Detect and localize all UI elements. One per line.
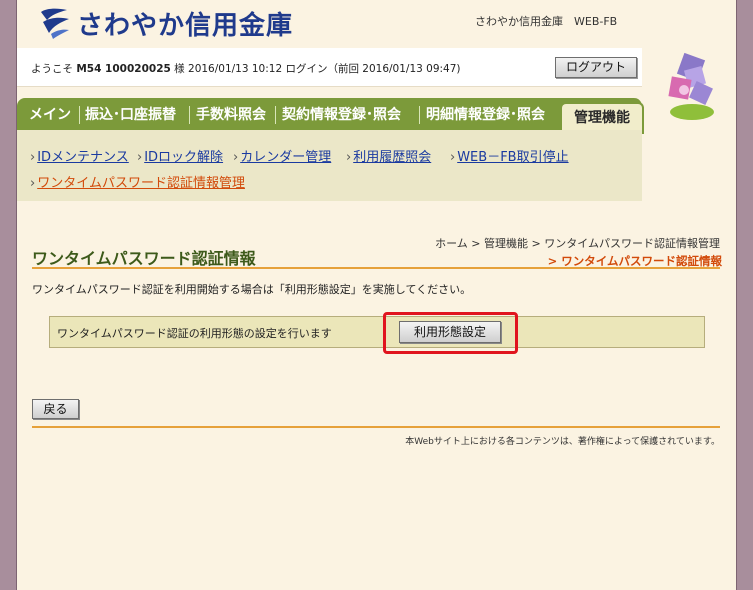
chevron-right-icon: › bbox=[30, 150, 36, 165]
chevron-right-icon: › bbox=[233, 150, 239, 165]
tab-separator bbox=[419, 106, 420, 124]
tab-separator bbox=[275, 106, 276, 124]
welcome-text: ようこそ M54 100020025 様 2016/01/13 10:12 ログ… bbox=[31, 61, 461, 76]
page-container: さわやか信用金庫 さわやか信用金庫 WEB-FB ようこそ M54 100020… bbox=[17, 0, 736, 590]
title-divider bbox=[32, 267, 720, 269]
submenu-item-webfb-suspend[interactable]: › WEB－FB取引停止 bbox=[450, 146, 569, 165]
submenu-item-id-maintenance[interactable]: › IDメンテナンス bbox=[30, 146, 129, 165]
submenu-item-label: 利用履歴照会 bbox=[353, 150, 432, 165]
chevron-right-icon: › bbox=[346, 150, 352, 165]
setting-label: ワンタイムパスワード認証の利用形態の設定を行います bbox=[57, 327, 332, 340]
welcome-prefix: ようこそ bbox=[31, 63, 73, 75]
flower-decoration-icon bbox=[668, 52, 714, 120]
page-title: ワンタイムパスワード認証情報 bbox=[32, 249, 256, 268]
footer-divider bbox=[32, 426, 720, 428]
back-button[interactable]: 戻る bbox=[32, 399, 79, 419]
instruction-text: ワンタイムパスワード認証を利用開始する場合は「利用形態設定」を実施してください。 bbox=[32, 283, 472, 296]
tab-statement-info[interactable]: 明細情報登録･照会 bbox=[426, 102, 545, 128]
tab-fee-inquiry[interactable]: 手数料照会 bbox=[196, 102, 266, 128]
usage-setting-button[interactable]: 利用形態設定 bbox=[399, 321, 501, 343]
breadcrumb: ホーム > 管理機能 > ワンタイムパスワード認証情報管理 bbox=[435, 237, 720, 250]
bank-logo: さわやか信用金庫 bbox=[37, 5, 293, 41]
tab-separator bbox=[189, 106, 190, 124]
tab-transfer[interactable]: 振込･口座振替 bbox=[85, 102, 176, 128]
setting-row: ワンタイムパスワード認証の利用形態の設定を行います bbox=[49, 316, 705, 348]
submenu-item-usage-history[interactable]: › 利用履歴照会 bbox=[346, 146, 431, 165]
submenu-item-label: カレンダー管理 bbox=[240, 150, 332, 165]
submenu-item-label: ワンタイムパスワード認証情報管理 bbox=[37, 176, 245, 191]
copyright-text: 本Webサイト上における各コンテンツは、著作権によって保護されています。 bbox=[405, 437, 720, 447]
user-id: M54 100020025 bbox=[76, 63, 171, 75]
welcome-bar: ようこそ M54 100020025 様 2016/01/13 10:12 ログ… bbox=[17, 48, 642, 87]
submenu-item-label: IDメンテナンス bbox=[37, 150, 129, 165]
logo-text: さわやか信用金庫 bbox=[77, 10, 294, 41]
main-nav: メイン 振込･口座振替 手数料照会 契約情報登録･照会 明細情報登録･照会 管理… bbox=[17, 98, 644, 134]
logout-button[interactable]: ログアウト bbox=[555, 57, 637, 78]
login-info: 様 2016/01/13 10:12 ログイン（前回 2016/01/13 09… bbox=[174, 63, 461, 75]
page-border-right bbox=[736, 0, 737, 590]
chevron-right-icon: › bbox=[30, 176, 36, 191]
submenu-item-label: WEB－FB取引停止 bbox=[457, 150, 569, 165]
chevron-right-icon: › bbox=[450, 150, 456, 165]
service-name: さわやか信用金庫 WEB-FB bbox=[475, 15, 618, 28]
bank-logo-icon bbox=[41, 8, 69, 39]
submenu-item-calendar[interactable]: › カレンダー管理 bbox=[233, 146, 331, 165]
submenu: › IDメンテナンス › IDロック解除 › カレンダー管理 › 利用履歴照会 › WEB… bbox=[17, 130, 642, 201]
chevron-right-icon: › bbox=[137, 150, 143, 165]
tab-separator bbox=[79, 106, 80, 124]
tab-main[interactable]: メイン bbox=[29, 102, 71, 128]
submenu-item-label: IDロック解除 bbox=[144, 150, 224, 165]
submenu-item-id-unlock[interactable]: › IDロック解除 bbox=[137, 146, 223, 165]
submenu-item-otp-management[interactable]: › ワンタイムパスワード認証情報管理 bbox=[30, 172, 245, 191]
tab-contract-info[interactable]: 契約情報登録･照会 bbox=[282, 102, 401, 128]
